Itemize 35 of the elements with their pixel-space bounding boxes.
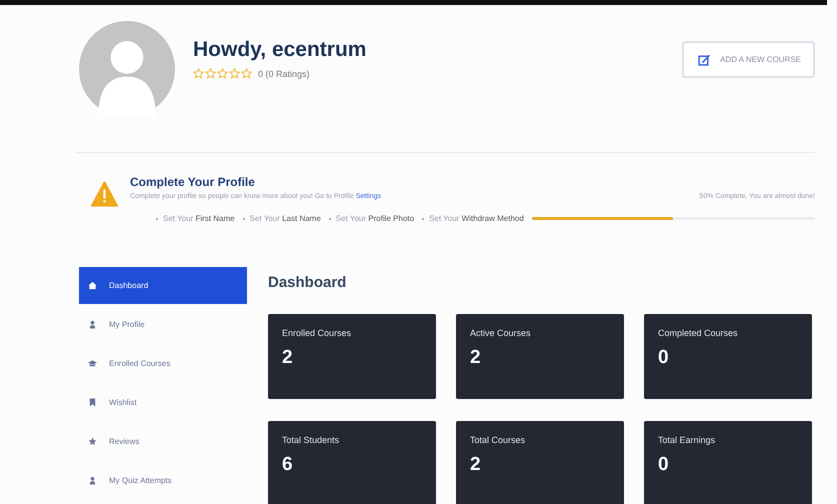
stat-value: 6: [282, 454, 294, 476]
sidebar-item[interactable]: Enrolled Courses: [79, 345, 247, 382]
stat-label: Total Earnings: [658, 435, 716, 445]
bookmark-icon: [88, 398, 97, 407]
stat-label: Enrolled Courses: [282, 328, 352, 338]
home-icon: [88, 281, 97, 290]
warning-icon: [91, 181, 118, 207]
checklist-item: Set Your Last Name: [250, 214, 321, 223]
stat-value: 0: [658, 454, 670, 476]
sidebar-item[interactable]: Wishlist: [79, 384, 247, 421]
stat-label: Active Courses: [470, 328, 532, 338]
stat-label: Total Students: [282, 435, 340, 445]
rating-count: 0 (0 Ratings): [258, 68, 310, 78]
stat-value: 0: [658, 347, 670, 369]
stat-label: Completed Courses: [658, 328, 739, 338]
stat-value: 2: [470, 347, 482, 369]
person-icon: [88, 476, 97, 485]
sidebar-item[interactable]: My Profile: [79, 306, 247, 343]
checklist-item: Set Your Withdraw Method: [429, 214, 524, 223]
checklist-item: Set Your First Name: [163, 214, 235, 223]
add-course-button[interactable]: ADD A NEW COURSE: [682, 41, 815, 78]
sidebar-item[interactable]: Dashboard: [79, 267, 247, 304]
person-icon: [88, 320, 97, 329]
stat-value: 2: [282, 347, 294, 369]
graduation-cap-icon: [88, 359, 97, 368]
star-icon: [88, 437, 97, 446]
notice-title: Complete Your Profile: [130, 175, 256, 189]
dashboard-heading: Dashboard: [268, 274, 348, 291]
stat-value: 2: [470, 454, 482, 476]
edit-icon: [698, 53, 712, 66]
sidebar-item[interactable]: My Quiz Attempts: [79, 462, 247, 499]
greeting-heading: Howdy, ecentrum: [193, 38, 368, 62]
sidebar-item[interactable]: Reviews: [79, 423, 247, 460]
checklist-item: Set Your Profile Photo: [336, 214, 414, 223]
stat-label: Total Courses: [470, 435, 526, 445]
